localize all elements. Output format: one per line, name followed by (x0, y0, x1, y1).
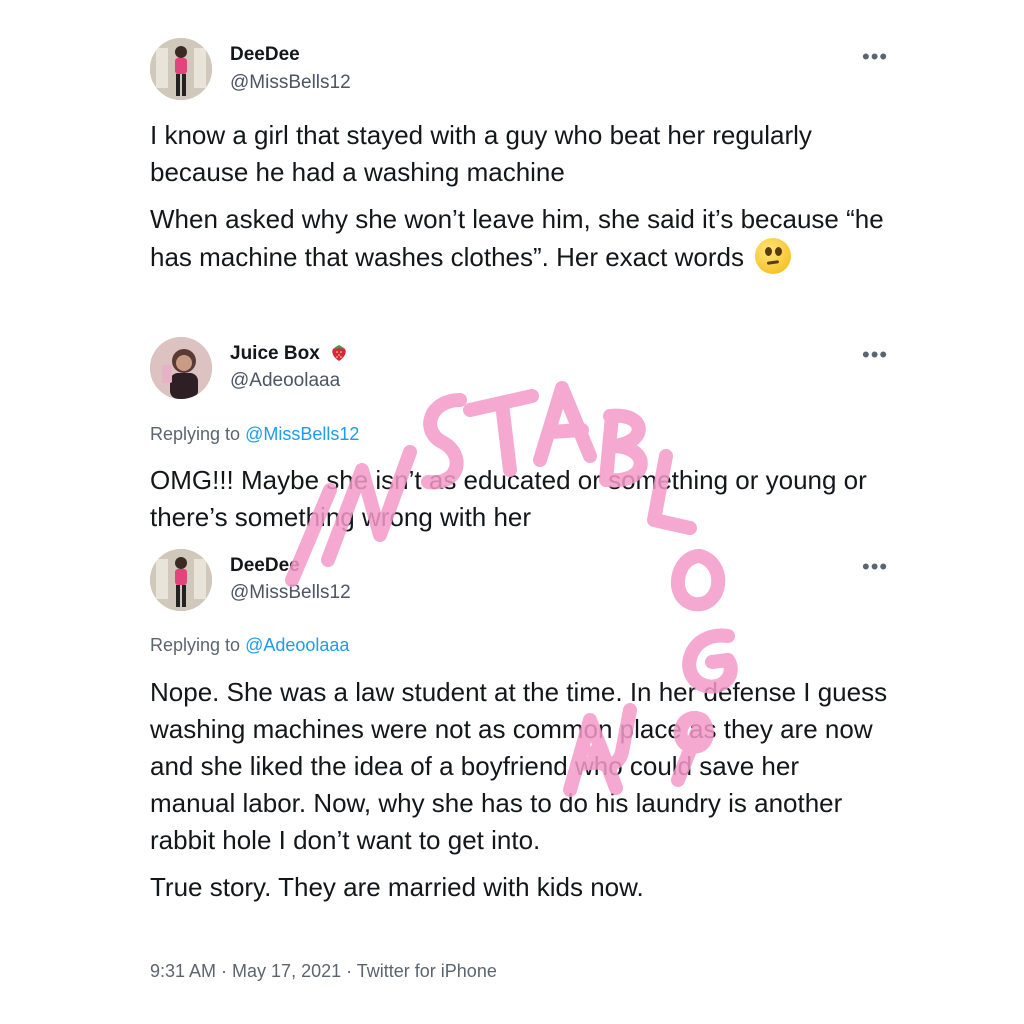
strawberry-icon (332, 345, 346, 361)
user-handle[interactable]: @MissBells12 (230, 582, 351, 604)
tweet-paragraph: OMG!!! Maybe she isn’t as educated or so… (150, 465, 867, 532)
more-options-button[interactable]: ••• (862, 46, 888, 68)
avatar[interactable] (150, 38, 212, 100)
avatar[interactable] (150, 549, 212, 611)
avatar-photo-icon (150, 337, 212, 399)
face-with-rolling-eyes-icon (755, 238, 792, 274)
replying-to-prefix: Replying to (150, 424, 246, 444)
user-handle[interactable]: @MissBells12 (230, 72, 351, 94)
tweet-paragraph: True story. They are married with kids n… (150, 872, 644, 902)
tweet-paragraph: Nope. She was a law student at the time.… (150, 677, 888, 855)
avatar[interactable] (150, 337, 212, 399)
avatar-photo-icon (150, 38, 212, 100)
more-options-button[interactable]: ••• (862, 344, 888, 366)
display-name[interactable]: Juice Box (230, 343, 320, 364)
display-name[interactable]: DeeDee (230, 44, 300, 66)
display-name-row: Juice Box (230, 342, 349, 365)
tweet-text: I know a girl that stayed with a guy who… (150, 117, 890, 286)
tweet-paragraph: I know a girl that stayed with a guy who… (150, 120, 812, 187)
more-options-button[interactable]: ••• (862, 556, 888, 578)
tweet-paragraph-with-emoji: When asked why she won’t leave him, she … (150, 201, 890, 276)
replying-to-line: Replying to @Adeoolaaa (150, 635, 349, 656)
tweet-text: Nope. She was a law student at the time.… (150, 674, 890, 916)
replying-to-line: Replying to @MissBells12 (150, 424, 359, 445)
replying-to-mention[interactable]: @MissBells12 (245, 424, 359, 444)
replying-to-prefix: Replying to (150, 635, 246, 655)
tweet-timestamp-source[interactable]: 9:31 AM · May 17, 2021 · Twitter for iPh… (150, 961, 497, 982)
user-handle[interactable]: @Adeoolaaa (230, 370, 340, 392)
display-name[interactable]: DeeDee (230, 555, 300, 577)
avatar-photo-icon (150, 549, 212, 611)
replying-to-mention[interactable]: @Adeoolaaa (245, 635, 349, 655)
tweet-text: OMG!!! Maybe she isn’t as educated or so… (150, 462, 890, 546)
